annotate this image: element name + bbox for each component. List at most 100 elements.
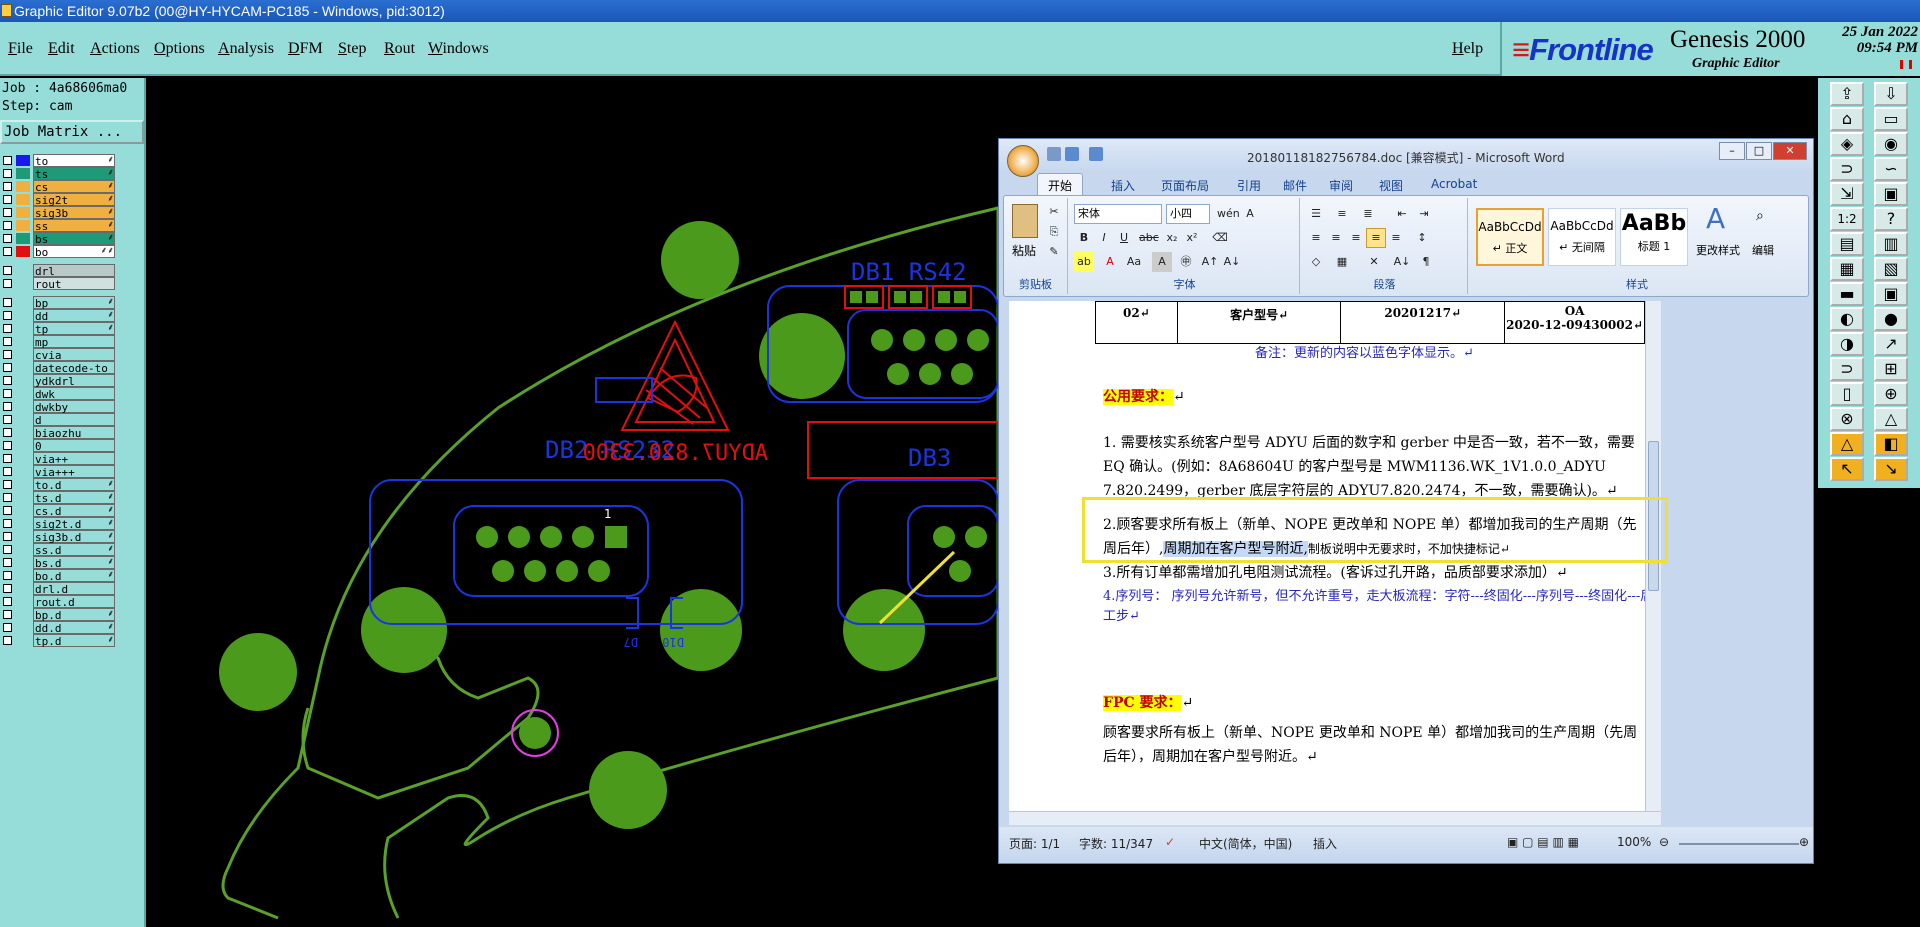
layer-name[interactable]: to.d [33,478,115,492]
move-icon[interactable]: ⇲ [1830,182,1864,206]
layer-name[interactable]: cs.d [33,504,115,518]
layer-name[interactable]: mp [33,335,115,349]
circle-icon[interactable]: ● [1874,307,1908,331]
layer-checkbox[interactable] [3,221,12,230]
italic-button[interactable]: I [1094,228,1114,248]
layer-name[interactable]: ss [33,219,115,233]
layer-checkbox[interactable] [3,266,12,275]
strikethrough-button[interactable]: abc [1138,228,1159,248]
minimize-button[interactable]: – [1719,142,1745,160]
view-buttons[interactable]: ▣ ▢ ▤ ▥ ▦ [1507,835,1579,849]
layer-row[interactable]: to.d ⸙ [0,478,118,492]
cross-icon[interactable]: ⊕ [1874,382,1908,406]
style-normal[interactable]: AaBbCcDd ↵ 正文 [1476,208,1544,266]
layer-checkbox[interactable] [3,532,12,541]
show-marks-icon[interactable]: ¶ [1416,252,1436,272]
align-left-icon[interactable]: ≡ [1306,228,1326,248]
layer-name[interactable]: ts [33,167,115,181]
change-styles-label[interactable]: 更改样式 [1696,242,1740,258]
maximize-button[interactable]: □ [1746,142,1772,160]
layer-checkbox[interactable] [3,545,12,554]
layer-name[interactable]: dd.d [33,621,115,635]
layer-checkbox[interactable] [3,208,12,217]
layer-checkbox[interactable] [3,571,12,580]
layer-checkbox[interactable] [3,584,12,593]
layer-checkbox[interactable] [3,156,12,165]
layer-name[interactable]: tp [33,322,115,336]
bracket-icon[interactable]: ⊃ [1830,357,1864,381]
layer-name[interactable]: biaozhu [33,426,115,440]
triangle-icon[interactable]: △ [1874,407,1908,431]
layer-name[interactable]: to [33,154,115,168]
layer-row[interactable]: d [0,413,118,427]
layer-row[interactable]: dwk [0,387,118,401]
layer-row[interactable]: mp [0,335,118,349]
display-icon[interactable]: ◉ [1874,132,1908,156]
layer-row[interactable]: bs ⸙ [0,232,118,246]
layer-name[interactable]: dd [33,309,115,323]
layer-name[interactable]: sig3b [33,206,115,220]
proofing-icon[interactable]: ✓ [1165,835,1175,849]
layer-name[interactable]: cvia [33,348,115,362]
layer-row[interactable]: rout [0,277,118,291]
layer-name[interactable]: via+++ [33,465,115,479]
layer-name[interactable]: bo.d [33,569,115,583]
ribbon-tab[interactable]: 页面布局 [1161,177,1209,194]
font-size-select[interactable]: 小四 [1166,204,1210,224]
layer-checkbox[interactable] [3,428,12,437]
highlight-icon[interactable]: ab [1074,252,1094,272]
layer-checkbox[interactable] [3,623,12,632]
layer-color-swatch[interactable] [16,168,30,179]
rect-icon[interactable]: ▯ [1830,382,1864,406]
grid-icon[interactable]: ▣ [1874,282,1908,306]
panel-icon[interactable]: ◧ [1874,432,1908,456]
pointer-icon[interactable]: ↘ [1874,457,1908,481]
layer-row[interactable]: tp ⸙ [0,322,118,336]
layer-row[interactable]: tp.d ⸙ [0,634,118,648]
undo-icon[interactable] [1065,147,1079,161]
layer-row[interactable]: sig3b ⸙ [0,206,118,220]
layer-checkbox[interactable] [3,376,12,385]
menu-edit[interactable]: Edit [48,40,75,58]
zoom-level[interactable]: 100% [1617,835,1651,849]
ribbon-tab[interactable]: 插入 [1111,177,1135,194]
layer-color-swatch[interactable] [16,155,30,166]
grid-icon[interactable]: ⊞ [1874,357,1908,381]
style-heading-1[interactable]: AaBb 标题 1 [1620,208,1688,266]
triangle-icon[interactable]: △ [1830,432,1864,456]
superscript-button[interactable]: x² [1182,228,1202,248]
ribbon-tab[interactable]: 引用 [1237,177,1261,194]
layer-row[interactable]: ts.d ⸙ [0,491,118,505]
layer-checkbox[interactable] [3,169,12,178]
find-icon[interactable]: ⌕ [1756,208,1764,224]
layer-row[interactable]: dd ⸙ [0,309,118,323]
layer-row[interactable]: sig2t.d ⸙ [0,517,118,531]
grow-font-icon[interactable]: Aa [1124,252,1144,272]
layer-row[interactable]: biaozhu [0,426,118,440]
layer-checkbox[interactable] [3,506,12,515]
font-shrink-icon[interactable]: A↓ [1222,252,1242,272]
layer-checkbox[interactable] [3,597,12,606]
menu-analysis[interactable]: Analysis [218,40,274,58]
layer-name[interactable]: bs.d [33,556,115,570]
layer-name[interactable]: bs [33,232,115,246]
increase-indent-icon[interactable]: ⇥ [1414,204,1434,224]
layer-name[interactable]: dwkby [33,400,115,414]
layer-name[interactable]: d [33,413,115,427]
multilevel-list-icon[interactable]: ≣ [1358,204,1378,224]
horizontal-scrollbar[interactable] [1009,811,1661,825]
layer-checkbox[interactable] [3,337,12,346]
decrease-indent-icon[interactable]: ⇤ [1392,204,1412,224]
bar-icon[interactable]: ▥ [1874,232,1908,256]
char-shading-icon[interactable]: A [1152,252,1172,272]
copy-icon[interactable]: ⎘ [1044,222,1064,242]
paste-icon[interactable] [1012,204,1038,238]
ribbon-tab[interactable]: 邮件 [1283,177,1307,194]
home-icon[interactable]: ⌂ [1830,107,1864,131]
layer-checkbox[interactable] [3,402,12,411]
font-color-icon[interactable]: A [1100,252,1120,272]
menu-file[interactable]: File [8,40,33,58]
borders-icon[interactable]: ▦ [1332,252,1352,272]
menu-windows[interactable]: Windows [428,40,489,58]
layer-row[interactable]: bp ⸙ [0,296,118,310]
